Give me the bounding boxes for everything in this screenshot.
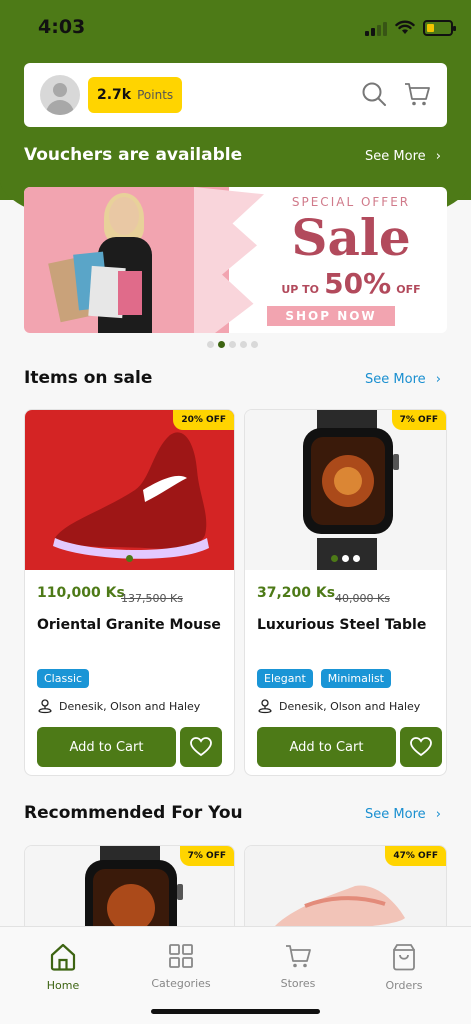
discount-badge: 20% OFF [173, 410, 234, 430]
bag-icon [393, 944, 415, 971]
avatar[interactable] [40, 75, 80, 115]
chevron-right-icon: › [435, 149, 441, 164]
shop-now-button[interactable]: SHOP NOW [267, 306, 395, 326]
status-time: 4:03 [38, 16, 86, 38]
discount-badge: 7% OFF [179, 846, 234, 866]
product-tag[interactable]: Minimalist [320, 669, 391, 688]
product-image[interactable]: 7% OFF [245, 410, 446, 570]
smartwatch-image [303, 410, 399, 570]
chevron-right-icon: › [435, 372, 441, 387]
product-name[interactable]: Oriental Granite Mouse [37, 617, 221, 633]
heart-icon [190, 737, 212, 757]
nav-label-home: Home [46, 979, 80, 992]
search-icon[interactable] [361, 81, 387, 107]
banner-carousel-dots [207, 341, 258, 348]
product-tag[interactable]: Elegant [257, 669, 313, 688]
nav-item-orders[interactable]: Orders [359, 943, 449, 992]
items-on-sale-see-more-link[interactable]: See More › [365, 372, 441, 387]
product-old-price: 40,000 Ks [335, 592, 390, 605]
nav-item-home[interactable]: Home [18, 943, 108, 992]
nav-item-categories[interactable]: Categories [136, 943, 226, 990]
product-name[interactable]: Luxurious Steel Table [257, 617, 426, 633]
favorite-button[interactable] [180, 727, 222, 767]
product-vendor: Denesik, Olson and Haley [257, 698, 420, 714]
product-tag[interactable]: Classic [37, 669, 90, 688]
signal-icon [365, 22, 387, 36]
add-to-cart-button[interactable]: Add to Cart [37, 727, 176, 767]
cart-icon [286, 945, 311, 968]
product-price: 37,200 Ks [257, 585, 336, 601]
product-card[interactable]: 7% OFF 37,200 Ks 40,000 Ks Luxurious Ste… [244, 409, 447, 776]
product-old-price: 137,500 Ks [121, 592, 183, 605]
sneaker-image [53, 432, 209, 559]
home-indicator [151, 1009, 320, 1014]
nav-label-orders: Orders [385, 979, 423, 992]
status-bar: 4:03 [0, 14, 471, 44]
store-pin-icon [38, 699, 52, 714]
product-vendor: Denesik, Olson and Haley [37, 698, 200, 714]
vouchers-see-more-link[interactable]: See More › [365, 149, 441, 164]
cart-icon[interactable] [403, 81, 431, 107]
banner-upto: UP TO [281, 283, 320, 296]
user-header-card: 2.7k Points [24, 63, 447, 127]
add-to-cart-button[interactable]: Add to Cart [257, 727, 396, 767]
vouchers-title: Vouchers are available [24, 145, 243, 165]
nav-item-stores[interactable]: Stores [253, 943, 343, 990]
nav-label-stores: Stores [280, 977, 316, 990]
promo-banner[interactable]: SPECIAL OFFER Sale UP TO 50% OFF SHOP NO… [24, 187, 447, 333]
wifi-icon [395, 20, 415, 34]
banner-off: OFF [396, 283, 421, 296]
battery-icon [423, 20, 456, 36]
points-badge[interactable]: 2.7k Points [88, 77, 183, 113]
points-value: 2.7k [97, 87, 132, 103]
discount-badge: 7% OFF [391, 410, 446, 430]
store-pin-icon [258, 699, 272, 714]
discount-badge: 47% OFF [385, 846, 446, 866]
heart-icon [410, 737, 432, 757]
grid-icon [169, 944, 193, 968]
favorite-button[interactable] [400, 727, 442, 767]
product-price: 110,000 Ks [37, 585, 125, 601]
product-image[interactable]: 20% OFF [25, 410, 234, 570]
points-label: Points [137, 88, 174, 102]
home-icon [50, 943, 76, 971]
banner-sale: Sale [291, 208, 411, 267]
nav-label-categories: Categories [151, 977, 211, 990]
chevron-right-icon: › [435, 807, 441, 822]
product-card[interactable]: 20% OFF 110,000 Ks 137,500 Ks Oriental G… [24, 409, 235, 776]
items-on-sale-title: Items on sale [24, 368, 153, 388]
banner-special-offer: SPECIAL OFFER [291, 195, 411, 209]
recommended-see-more-link[interactable]: See More › [365, 807, 441, 822]
banner-percent: 50% [324, 267, 392, 300]
recommended-title: Recommended For You [24, 803, 243, 823]
